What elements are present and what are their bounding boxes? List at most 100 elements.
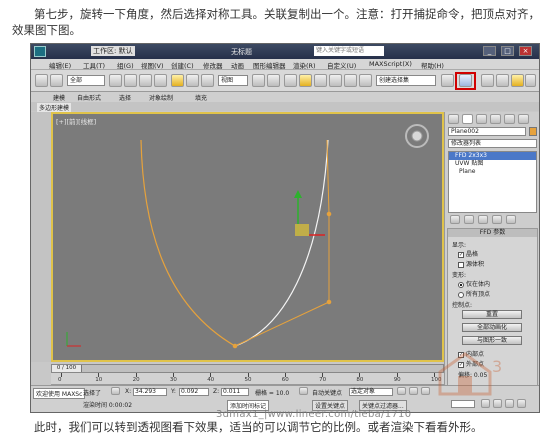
tab-selection[interactable]: 选择: [119, 93, 131, 102]
menu-maxscript[interactable]: MAXScript(X): [369, 60, 412, 68]
window-title: 无标题: [231, 48, 252, 56]
hierarchy-tab-icon[interactable]: [476, 114, 487, 124]
ribbon-panel: 多边形建模: [31, 102, 539, 112]
modifier-list-dropdown[interactable]: 修改器列表: [448, 139, 537, 148]
select-move-icon[interactable]: [171, 74, 184, 87]
menu-rendering[interactable]: 渲染(R): [293, 60, 316, 70]
create-tab-icon[interactable]: [448, 114, 459, 124]
selection-filter-dropdown[interactable]: 全部: [67, 75, 105, 86]
time-slider[interactable]: 0 / 100: [51, 364, 444, 373]
menu-view[interactable]: 视图(V): [141, 60, 164, 70]
display-tab-icon[interactable]: [504, 114, 515, 124]
edit-named-sets-icon[interactable]: [359, 74, 372, 87]
menu-tools[interactable]: 工具(T): [83, 60, 105, 70]
rollout-title[interactable]: FFD 参数: [448, 229, 537, 237]
select-by-name-icon[interactable]: [124, 74, 137, 87]
panel-tabs: [448, 114, 537, 124]
go-to-start-icon[interactable]: [397, 387, 406, 395]
front-viewport[interactable]: [+][前][线框]: [51, 112, 444, 362]
spinner-snap-icon[interactable]: [344, 74, 357, 87]
menu-create[interactable]: 创建(C): [171, 60, 194, 70]
select-scale-icon[interactable]: [201, 74, 214, 87]
svg-text:3: 3: [492, 357, 502, 376]
tab-populate[interactable]: 填充: [195, 93, 207, 102]
keyboard-shortcut-icon[interactable]: [284, 74, 297, 87]
stack-item-plane[interactable]: Plane: [449, 168, 536, 176]
tab-modeling[interactable]: 建模: [53, 93, 65, 102]
menu-edit[interactable]: 编辑(E): [49, 60, 71, 70]
material-editor-icon[interactable]: [511, 74, 524, 87]
make-unique-icon[interactable]: [478, 215, 488, 224]
only-in-volume-radio[interactable]: 仅在体内: [458, 279, 490, 288]
undo-icon[interactable]: [35, 74, 48, 87]
modify-tab-icon[interactable]: [462, 114, 473, 124]
animate-all-button[interactable]: 全部动画化: [462, 323, 522, 332]
stack-item-uvw[interactable]: UVW 贴图: [449, 160, 536, 168]
lattice-checkbox[interactable]: ✓ 晶格: [458, 249, 478, 258]
layer-manager-icon[interactable]: [481, 74, 494, 87]
menu-graph-editors[interactable]: 图形编辑器: [253, 60, 286, 70]
object-name-field[interactable]: Plane002: [448, 127, 526, 136]
prev-frame-icon[interactable]: [409, 387, 418, 395]
select-manipulate-icon[interactable]: [267, 74, 280, 87]
select-rotate-icon[interactable]: [186, 74, 199, 87]
track-tick-label: 10: [95, 377, 103, 383]
pivot-center-icon[interactable]: [252, 74, 265, 87]
minimize-button[interactable]: _: [483, 46, 496, 56]
radio-only-in-volume[interactable]: [458, 281, 464, 288]
menu-customize[interactable]: 自定义(U): [327, 60, 356, 70]
x-coordinate-field[interactable]: 34.293: [133, 388, 167, 396]
selected-set-dropdown[interactable]: 选定对象: [349, 388, 393, 396]
mirror-icon[interactable]: [441, 74, 454, 87]
checkbox-lattice-box[interactable]: ✓: [458, 251, 464, 258]
remove-modifier-icon[interactable]: [492, 215, 502, 224]
lock-selection-icon[interactable]: [111, 387, 120, 395]
radio-all-vertices[interactable]: [458, 291, 464, 298]
all-vertices-radio[interactable]: 所有顶点: [458, 289, 490, 298]
redo-icon[interactable]: [50, 74, 63, 87]
rect-region-icon[interactable]: [139, 74, 152, 87]
search-input[interactable]: 键入关键字或短语: [314, 46, 384, 56]
play-icon[interactable]: [421, 387, 430, 395]
tab-object-paint[interactable]: 对象绘制: [149, 93, 173, 102]
auto-key-label[interactable]: 自动关键点: [312, 388, 342, 397]
angle-snap-icon[interactable]: [314, 74, 327, 87]
menu-help[interactable]: 帮助(H): [421, 60, 444, 70]
track-bar[interactable]: 0 10 20 30 40 50 60 70 80 90 100: [51, 373, 444, 385]
percent-snap-icon[interactable]: [329, 74, 342, 87]
maximize-button[interactable]: □: [501, 46, 514, 56]
menu-animation[interactable]: 动画: [231, 60, 244, 70]
window-crossing-icon[interactable]: [154, 74, 167, 87]
ref-coord-dropdown[interactable]: 视图: [218, 75, 248, 86]
lattice-label: 晶格: [466, 251, 479, 258]
frame-slider-thumb[interactable]: 0 / 100: [52, 365, 82, 372]
select-object-icon[interactable]: [109, 74, 122, 87]
key-icon[interactable]: [299, 387, 308, 395]
workspace-dropdown[interactable]: 工作区: 默认: [91, 46, 135, 56]
snap-toggle-icon[interactable]: [299, 74, 312, 87]
polygon-modeling-tab[interactable]: 多边形建模: [37, 103, 72, 112]
tab-freeform[interactable]: 自由形式: [77, 93, 101, 102]
close-button[interactable]: ×: [519, 46, 532, 56]
z-coordinate-field[interactable]: 0.011: [221, 388, 249, 396]
pin-stack-icon[interactable]: [450, 215, 460, 224]
named-selection-dropdown[interactable]: 创建选择集: [376, 75, 436, 86]
reset-button[interactable]: 重置: [462, 310, 522, 319]
app-logo-icon[interactable]: [34, 46, 46, 57]
source-volume-checkbox[interactable]: 源体积: [458, 259, 484, 268]
graphite-toggle-icon[interactable]: [496, 74, 509, 87]
menu-group[interactable]: 组(G): [117, 60, 134, 70]
render-setup-icon[interactable]: [525, 74, 536, 87]
title-bar: 工作区: 默认 无标题 键入关键字或短语 _ □ ×: [31, 44, 539, 59]
object-color-swatch[interactable]: [529, 127, 537, 136]
track-tick-label: 60: [281, 377, 289, 383]
y-coordinate-field[interactable]: 0.092: [179, 388, 209, 396]
menu-modifiers[interactable]: 修改器: [203, 60, 223, 70]
motion-tab-icon[interactable]: [490, 114, 501, 124]
utilities-tab-icon[interactable]: [518, 114, 529, 124]
configure-sets-icon[interactable]: [506, 215, 516, 224]
show-end-result-icon[interactable]: [464, 215, 474, 224]
maxscript-listener[interactable]: 欢迎使用 MAXSc: [33, 388, 86, 399]
checkbox-source-box[interactable]: [458, 261, 464, 268]
stack-item-ffd[interactable]: FFD 2x3x3: [449, 152, 536, 160]
